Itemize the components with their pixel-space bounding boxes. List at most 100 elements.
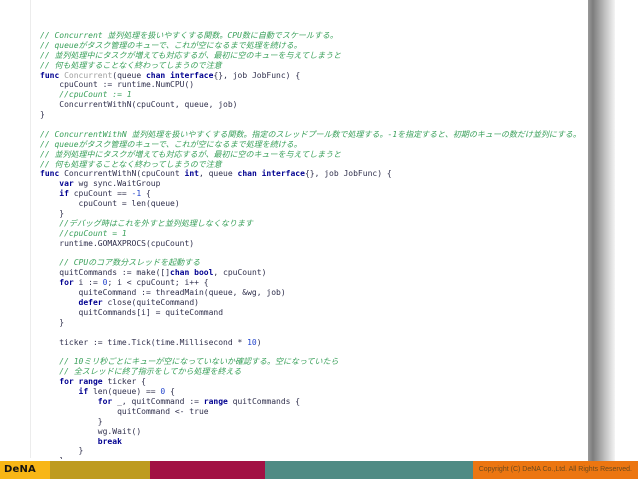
code-line: //デバッグ時はこれを外すと並列処理しなくなります [40,219,586,229]
code-line: // Concurrent 並列処理を扱いやすくする関数。CPU数に自動でスケー… [40,31,586,41]
code-segment: //cpuCount := 1 [40,90,132,100]
code-segment: } [40,317,65,327]
code-line: quitCommands := make([]chan bool, cpuCou… [40,268,586,278]
code-segment: { [141,189,151,199]
code-line: if len(queue) == 0 { [40,387,586,397]
code-segment: cpuCount == [68,189,132,199]
code-segment: // queueがタスク管理のキューで、これが空になるまで処理を続ける。 [40,139,302,149]
code-segment: { [165,387,175,397]
code-segment: ; i < cpuCount; i++ { [107,278,209,288]
code-line: cpuCount := runtime.NumCPU() [40,80,586,90]
code-lines: // Concurrent 並列処理を扱いやすくする関数。CPU数に自動でスケー… [40,31,586,459]
code-segment: ) [256,337,262,347]
code-segment: // Concurrent 並列処理を扱いやすくする関数。CPU数に自動でスケー… [40,31,338,40]
code-line: // 並列処理中にタスクが増えても対応するが、最初に空のキューを与えてしまうと [40,51,586,61]
code-line: } [40,110,586,120]
code-line: //cpuCount := 1 [40,90,586,100]
code-line: } [40,446,586,456]
code-line: for i := 0; i < cpuCount; i++ { [40,278,586,288]
code-line: defer close(quiteCommand) [40,298,586,308]
code-segment: (queue [112,70,146,80]
code-segment: // 何も処理することなく終わってしまうので注意 [40,60,222,70]
code-segment: if [59,189,69,199]
code-segment: cpuCount = len(queue) [40,199,180,209]
code-segment: ticker { [102,377,146,387]
footer-segment-gold [50,461,150,479]
code-segment: ticker := time.Tick(time.Millisecond * [40,337,248,347]
code-segment: quiteCommand := threadMain(queue, &wg, j… [40,288,286,298]
code-segment: , queue [198,169,238,179]
code-line: for _, quitCommand := range quitCommands… [40,397,586,407]
code-segment: i := [73,278,103,288]
code-segment: quitCommands := make([] [40,268,171,278]
code-segment: // CPUのコア数分スレッドを起動する [40,258,201,268]
scrollbar[interactable] [588,0,615,461]
code-segment: chan [145,70,166,80]
code-segment: for [59,278,74,288]
code-segment: // 並列処理中にタスクが増えても対応するが、最初に空のキューを与えてしまうと [40,50,342,60]
code-line: } [40,209,586,219]
code-line: // queueがタスク管理のキューで、これが空になるまで処理を続ける。 [40,140,586,150]
code-segment: } [40,446,84,456]
code-line: // queueがタスク管理のキューで、これが空になるまで処理を続ける。 [40,41,586,51]
code-segment: {}, job JobFunc) { [304,169,392,179]
code-segment: // queueがタスク管理のキューで、これが空になるまで処理を続ける。 [40,40,302,50]
code-line: } [40,318,586,328]
code-line: if cpuCount == -1 { [40,189,586,199]
code-segment: close(quiteCommand) [102,298,199,308]
code-segment: len(queue) == [88,387,161,397]
code-segment: _, quitCommand := [112,396,204,406]
footer-segment-teal [265,461,473,479]
code-segment: for range [59,377,103,387]
code-segment: //cpuCount = 1 [40,228,127,238]
code-segment: wg.Wait() [40,426,142,436]
code-line: // ConcurrentWithN 並列処理を扱いやすくする関数。指定のスレッ… [40,130,586,140]
code-editor[interactable]: // Concurrent 並列処理を扱いやすくする関数。CPU数に自動でスケー… [40,13,586,459]
code-line: quitCommands[i] = quiteCommand [40,308,586,318]
code-line: // 並列処理中にタスクが増えても対応するが、最初に空のキューを与えてしまうと [40,150,586,160]
code-line: } [40,417,586,427]
code-line: var wg sync.WaitGroup [40,179,586,189]
code-line: wg.Wait() [40,427,586,437]
code-line: // 10ミリ秒ごとにキューが空になっていないか確認する。空になっていたら [40,357,586,367]
code-segment: quitCommand <- true [40,406,209,416]
code-segment: // 何も処理することなく終わってしまうので注意 [40,159,222,169]
code-segment: if [78,387,89,397]
code-segment: , cpuCount) [213,268,267,278]
code-segment: func [40,169,65,179]
code-line: //cpuCount = 1 [40,229,586,239]
code-segment: interface [261,169,305,179]
code-segment: // ConcurrentWithN 並列処理を扱いやすくする関数。指定のスレッ… [40,129,581,139]
code-line: cpuCount = len(queue) [40,199,586,209]
code-line: quiteCommand := threadMain(queue, &wg, j… [40,288,586,298]
code-segment: func [40,70,65,80]
code-segment: cpuCount := runtime.NumCPU() [40,80,195,90]
copyright-text: Copyright (C) DeNA Co.,Ltd. All Rights R… [478,466,632,473]
code-segment: for [97,396,113,406]
code-segment: interface [170,70,214,80]
code-line: runtime.GOMAXPROCS(cpuCount) [40,239,586,249]
code-segment: -1 [131,189,142,199]
code-line: // 全スレッドに終了指示をしてから処理を終える [40,367,586,377]
code-segment: chan [170,268,190,278]
dena-logo: DeNA [4,464,36,475]
code-segment: quitCommands { [227,396,301,406]
code-segment: } [40,456,64,459]
code-segment: defer [78,298,103,308]
code-segment: ConcurrentWithN(cpuCount, queue, job) [40,100,238,110]
code-segment: ConcurrentWithN(cpuCount [64,169,185,179]
code-line: ticker := time.Tick(time.Millisecond * 1… [40,338,586,348]
code-segment: //デバッグ時はこれを外すと並列処理しなくなります [40,218,253,228]
code-segment: // 並列処理中にタスクが増えても対応するが、最初に空のキューを与えてしまうと [40,149,342,159]
footer-segment-crimson [150,461,265,479]
code-line: // 何も処理することなく終わってしまうので注意 [40,61,586,71]
